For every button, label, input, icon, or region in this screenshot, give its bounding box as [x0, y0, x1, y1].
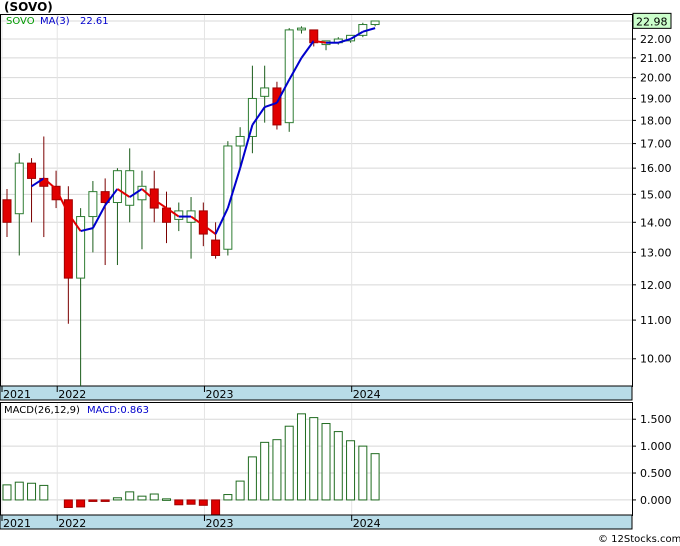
price-x-tick-label: 2022 [58, 388, 86, 401]
macd-bar [112, 497, 122, 501]
price-y-tick-label: 11.00 [640, 314, 672, 327]
price-y-tick-label: 20.00 [640, 72, 672, 85]
macd-bar [247, 456, 257, 501]
price-y-tick-label: 22.00 [640, 33, 672, 46]
candle-body [2, 199, 12, 223]
macd-bar [358, 445, 368, 501]
macd-bar [149, 493, 159, 501]
macd-x-tick-label: 2021 [3, 517, 31, 530]
macd-bar [100, 499, 110, 502]
price-y-tick-label: 12.00 [640, 279, 672, 292]
price-x-tick-label: 2023 [205, 388, 233, 401]
price-y-tick-label: 15.00 [640, 188, 672, 201]
macd-y-tick-label: 0.500 [640, 467, 672, 480]
macd-bar [125, 491, 135, 501]
price-x-tick-label: 2021 [3, 388, 31, 401]
legend-symbol: SOVO [6, 16, 35, 27]
candle-body [296, 27, 306, 31]
candle-body [88, 191, 98, 218]
macd-bar [76, 499, 86, 508]
price-panel: 10.00 11.00 12.00 13.00 14.00 15.00 16.00 17.00… [0, 12, 672, 401]
price-y-tick-label: 10.00 [640, 353, 672, 366]
candle-body [370, 20, 380, 26]
macd-bar [346, 440, 356, 501]
macd-bar [39, 484, 49, 501]
macd-bar [14, 481, 24, 501]
price-y-tick-label: 18.00 [640, 114, 672, 127]
macd-bar [272, 439, 282, 501]
candle-body [137, 185, 147, 201]
legend-ma-label: MA(3) [40, 16, 70, 27]
macd-panel: 0.000 0.500 1.000 1.500 2021 2022 2023 2024 [0, 402, 672, 530]
price-x-axis-band [0, 385, 633, 401]
macd-bar [260, 441, 270, 501]
macd-bar [88, 499, 98, 502]
macd-bar [370, 453, 380, 501]
macd-bar [235, 480, 245, 501]
price-y-tick-label: 19.00 [640, 92, 672, 105]
macd-y-tick-label: 0.000 [640, 494, 672, 507]
macd-y-tick-label: 1.500 [640, 413, 672, 426]
macd-bar [333, 431, 343, 501]
price-legend: SOVO MA(3) 22.61 [6, 16, 109, 27]
legend-ma-value: 22.61 [80, 16, 109, 27]
candle-body [14, 162, 24, 215]
price-y-tick-label: 21.00 [640, 52, 672, 65]
macd-bar [296, 413, 306, 501]
candle-body [125, 170, 135, 206]
macd-x-tick-label: 2023 [205, 517, 233, 530]
candle [272, 81, 282, 130]
macd-bar [321, 423, 331, 501]
macd-bar [198, 499, 208, 506]
candle-body [247, 97, 257, 137]
price-y-tick-label: 14.00 [640, 216, 672, 229]
macd-x-tick-label: 2022 [58, 517, 86, 530]
macd-bar [223, 494, 233, 501]
candle-body [260, 87, 270, 97]
macd-x-tick-label: 2024 [353, 517, 381, 530]
macd-bar [137, 495, 147, 501]
price-y-tick-label: 13.00 [640, 246, 672, 259]
macd-bar [2, 484, 12, 501]
macd-legend-label: MACD(26,12,9) [4, 405, 80, 416]
chart-title: (SOVO) [4, 0, 53, 14]
macd-bar [211, 499, 221, 517]
candle-body [272, 87, 282, 126]
watermark: © 12Stocks.com [598, 534, 680, 545]
candle-body [211, 239, 221, 256]
price-y-tick-label: 16.00 [640, 162, 672, 175]
macd-bar [174, 499, 184, 506]
macd-bar [309, 417, 319, 501]
macd-y-tick-label: 1.000 [640, 440, 672, 453]
macd-x-axis-band [0, 514, 633, 530]
macd-bar [186, 499, 196, 505]
macd-bar [27, 482, 37, 501]
last-price-label: 22.98 [636, 15, 668, 28]
candle-body [235, 135, 245, 147]
macd-legend-value: MACD:0.863 [87, 405, 149, 416]
price-y-tick-label: 17.00 [640, 138, 672, 151]
price-x-tick-label: 2024 [353, 388, 381, 401]
candle-body [112, 170, 122, 204]
macd-bar [162, 498, 172, 501]
macd-bar [63, 499, 73, 508]
macd-legend: MACD(26,12,9) MACD:0.863 [4, 405, 149, 416]
macd-bar [284, 425, 294, 501]
candle-body [27, 162, 37, 179]
stock-chart: (SOVO) 10.00 11.00 12.00 13.00 14.00 15.00 16.… [0, 0, 680, 545]
